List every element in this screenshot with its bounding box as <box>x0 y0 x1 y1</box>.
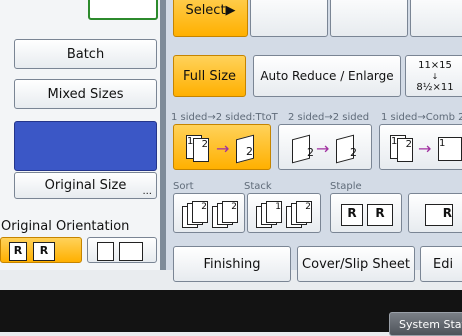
orientation-readable-button[interactable]: R R <box>0 237 82 263</box>
cover-slip-sheet-label: Cover/Slip Sheet <box>302 256 410 272</box>
full-size-button[interactable]: Full Size <box>173 55 246 97</box>
top-strip-button-2[interactable] <box>250 0 328 37</box>
duplex-label-2: 2 sided→2 sided <box>288 112 370 123</box>
system-status-label: System Statu <box>399 317 462 331</box>
select-button[interactable]: Select▶ <box>173 0 248 37</box>
orientation-title: Original Orientation <box>1 219 130 234</box>
duplex-label-3: 1 sided→Comb 2 <box>381 112 462 123</box>
original-size-panel[interactable] <box>14 121 157 171</box>
select-label: Select▶ <box>185 3 236 18</box>
ratio-button[interactable]: 11×15 ↓ 8½×11 <box>405 55 462 97</box>
mixed-sizes-label: Mixed Sizes <box>47 86 124 102</box>
finishing-label: Finishing <box>203 256 261 272</box>
sort-icon: 2 2 <box>182 201 238 228</box>
auto-reduce-enlarge-button[interactable]: Auto Reduce / Enlarge <box>253 55 401 97</box>
ratio-bottom-label: 8½×11 <box>416 81 454 93</box>
ratio-arrow-icon: ↓ <box>431 71 439 81</box>
staple-top-left-icon: R R <box>341 202 395 226</box>
duplex-label-1: 1 sided→2 sided:TtoT <box>171 112 278 123</box>
edit-label: Edi <box>433 256 454 272</box>
auto-reduce-enlarge-label: Auto Reduce / Enlarge <box>260 69 394 83</box>
duplex-combine-button[interactable]: 1 2 → 1 <box>379 124 462 170</box>
readable-orientation-icon: R R <box>9 242 73 261</box>
batch-button[interactable]: Batch <box>14 39 157 69</box>
sort-label: Sort <box>173 181 194 192</box>
system-status-button[interactable]: System Statu <box>389 312 462 336</box>
full-size-label: Full Size <box>182 68 237 84</box>
original-size-more: ... <box>142 186 152 197</box>
mixed-sizes-button[interactable]: Mixed Sizes <box>14 79 157 109</box>
staple-top-left-button[interactable]: R R <box>330 193 402 233</box>
original-size-label: Original Size <box>44 178 127 193</box>
top-strip-button-4[interactable] <box>410 0 462 37</box>
original-size-button[interactable]: Original Size ... <box>14 172 157 199</box>
stack-button[interactable]: 1 2 <box>247 193 321 233</box>
batch-label: Batch <box>66 46 105 62</box>
orientation-unreadable-button[interactable] <box>87 237 157 263</box>
two-to-two-sided-icon: 2 → 2 <box>292 134 362 164</box>
top-strip-button-3[interactable] <box>330 0 408 37</box>
ratio-top-label: 11×15 <box>418 59 452 71</box>
one-to-two-sided-icon: 1 2 → 2 <box>186 134 262 164</box>
staple-top-icon: R <box>425 202 461 226</box>
stack-icon: 1 2 <box>256 201 314 228</box>
combine-sided-icon: 1 2 → 1 <box>390 135 462 162</box>
cover-slip-sheet-tab[interactable]: Cover/Slip Sheet <box>297 246 415 282</box>
staple-label: Staple <box>330 181 362 192</box>
unreadable-orientation-icon <box>97 242 149 261</box>
top-left-partial-button[interactable] <box>88 0 158 20</box>
staple-top-button[interactable]: R <box>408 193 462 233</box>
finishing-tab[interactable]: Finishing <box>173 246 291 282</box>
stack-label: Stack <box>244 181 272 192</box>
duplex-2to2-button[interactable]: 2 → 2 <box>278 124 372 170</box>
edit-tab[interactable]: Edi <box>420 246 462 282</box>
sort-button[interactable]: 2 2 <box>173 193 245 233</box>
duplex-1to2-button[interactable]: 1 2 → 2 <box>173 124 271 170</box>
